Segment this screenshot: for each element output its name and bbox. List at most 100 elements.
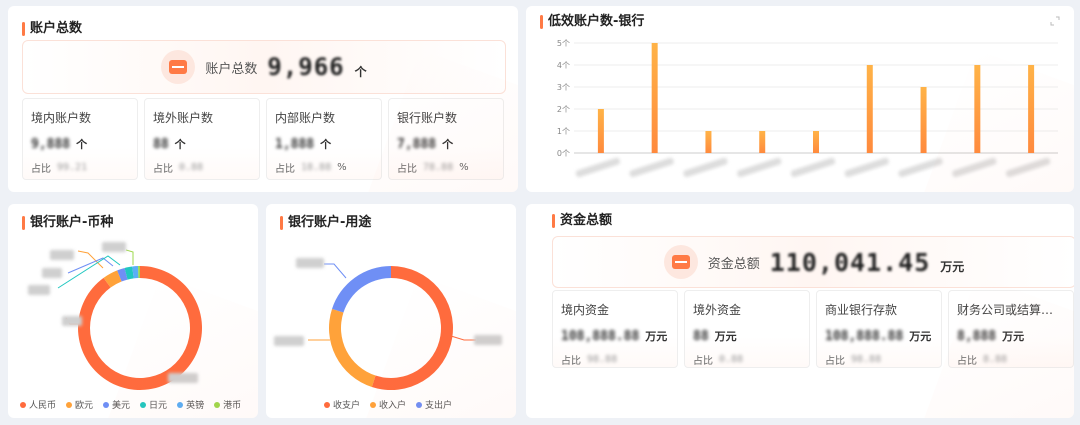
funds-hero: 资金总额 110,041.45 万元: [552, 236, 1074, 288]
y-tick-label: 0个: [557, 149, 570, 158]
funds-card: 商业银行存款 108,888.88 万元 占比 98.88: [816, 290, 942, 368]
donut-slice[interactable]: [329, 308, 376, 387]
legend-item[interactable]: 港币: [214, 398, 241, 411]
card-ratio: 78.88: [423, 162, 454, 173]
legend-dot: [140, 401, 147, 408]
legend-label: 收入户: [379, 401, 407, 411]
card-ratio: 0.88: [179, 162, 204, 173]
currency-legend: 人民币 欧元 美元 日元 英镑 港币: [20, 398, 241, 411]
funds-card: 财务公司或结算中心... 8,888 万元 占比 8.88: [948, 290, 1074, 368]
leader-line: [324, 263, 347, 279]
legend-dot: [370, 401, 377, 408]
card-title: 境外资金: [693, 303, 742, 317]
bar[interactable]: [651, 43, 658, 153]
funds-card: 境内资金 108,888.88 万元 占比 98.88: [552, 290, 678, 368]
accounts-hero-unit: 个: [354, 64, 367, 79]
card-ratio: 8.88: [983, 354, 1008, 365]
accounts-title: 账户总数: [22, 22, 82, 36]
card-value: 9,888: [31, 136, 71, 152]
card-ratio-unit: %: [459, 162, 469, 173]
slice-label: [28, 285, 50, 295]
funds-hero-unit: 万元: [940, 259, 965, 274]
donut-slice[interactable]: [77, 266, 202, 390]
slice-label: [42, 268, 62, 278]
legend-item[interactable]: 美元: [103, 398, 130, 411]
card-ratio-label: 占比: [693, 356, 713, 367]
card-value: 108,888.88: [825, 328, 904, 344]
accounts-card: 内部账户数 1,888 个 占比 18.88%: [266, 98, 382, 180]
donut-slice[interactable]: [371, 266, 454, 390]
y-tick-label: 1个: [557, 127, 570, 136]
card-ratio: 98.88: [851, 354, 882, 365]
legend-dot: [103, 401, 110, 408]
card-ratio-label: 占比: [825, 356, 845, 367]
y-tick-label: 4个: [557, 61, 570, 70]
bar-chart: 0个 1个 2个 3个 4个 5个: [557, 39, 1058, 178]
bar[interactable]: [759, 131, 766, 153]
card-ratio: 99.21: [57, 162, 88, 173]
x-tick-label: [844, 157, 889, 178]
legend-item[interactable]: 人民币: [20, 398, 56, 411]
card-unit: 个: [442, 138, 454, 151]
card-title: 境外账户数: [153, 111, 214, 125]
slice-label: [274, 336, 304, 346]
bar[interactable]: [866, 65, 873, 153]
x-tick-label: [952, 157, 997, 178]
legend-dot: [66, 401, 73, 408]
x-tick-label: [898, 157, 943, 178]
legend-item[interactable]: 日元: [140, 398, 167, 411]
currency-panel: 银行账户-币种 人民币 欧元 美元 日元 英镑 港币: [8, 204, 258, 418]
accounts-hero-value: 9,966: [267, 53, 345, 81]
y-tick-label: 5个: [557, 39, 570, 48]
purpose-legend: 收支户 收入户 支出户: [324, 398, 452, 411]
legend-label: 支出户: [425, 401, 453, 411]
legend-item[interactable]: 收入户: [370, 398, 406, 411]
bar[interactable]: [974, 65, 981, 153]
accounts-hero: 账户总数 9,966 个: [22, 40, 506, 94]
accounts-card: 银行账户数 7,888 个 占比 78.88%: [388, 98, 504, 180]
card-ratio-label: 占比: [561, 356, 581, 367]
card-value: 1,888: [275, 136, 315, 152]
card-ratio-label: 占比: [31, 164, 51, 175]
bar[interactable]: [705, 131, 712, 153]
card-title: 境内账户数: [31, 111, 92, 125]
card-title: 商业银行存款: [825, 303, 898, 317]
leader-line: [450, 335, 476, 341]
y-tick-label: 2个: [557, 105, 570, 114]
legend-label: 收支户: [333, 401, 361, 411]
leader-line: [67, 257, 114, 274]
y-tick-label: 3个: [557, 83, 570, 92]
legend-item[interactable]: 支出户: [416, 398, 452, 411]
slice-label: [474, 335, 502, 345]
legend-dot: [416, 401, 423, 408]
card-ratio-label: 占比: [397, 164, 417, 175]
legend-label: 欧元: [75, 401, 94, 411]
accounts-card: 境外账户数 88 个 占比 0.88: [144, 98, 260, 180]
accounts-hero-label: 账户总数: [205, 61, 258, 77]
bar[interactable]: [920, 87, 927, 153]
currency-donut-chart: [28, 242, 202, 390]
card-ratio: 18.88: [301, 162, 332, 173]
purpose-panel: 银行账户-用途 收支户 收入户 支出户: [266, 204, 516, 418]
donut-slice[interactable]: [332, 266, 391, 313]
bar[interactable]: [1028, 65, 1035, 153]
card-unit: 万元: [909, 330, 932, 343]
purpose-donut-chart: [274, 258, 502, 390]
card-value: 7,888: [397, 136, 437, 152]
card-ratio-unit: %: [337, 162, 347, 173]
card-value: 88: [693, 328, 709, 344]
legend-item[interactable]: 收支户: [324, 398, 360, 411]
bar[interactable]: [813, 131, 819, 153]
legend-item[interactable]: 欧元: [66, 398, 93, 411]
funds-hero-label: 资金总额: [707, 256, 760, 272]
card-unit: 万元: [714, 330, 737, 343]
wallet-icon: [663, 245, 698, 279]
card-ratio-label: 占比: [153, 164, 173, 175]
slice-label: [102, 242, 126, 252]
legend-item[interactable]: 英镑: [177, 398, 204, 411]
low-eff-panel: 低效账户数-银行 0个 1个 2个 3个 4个 5个: [526, 6, 1074, 192]
x-tick-label: [575, 157, 621, 178]
bar[interactable]: [597, 109, 604, 153]
card-unit: 万元: [1002, 330, 1025, 343]
card-title: 财务公司或结算中心...: [957, 303, 1065, 317]
